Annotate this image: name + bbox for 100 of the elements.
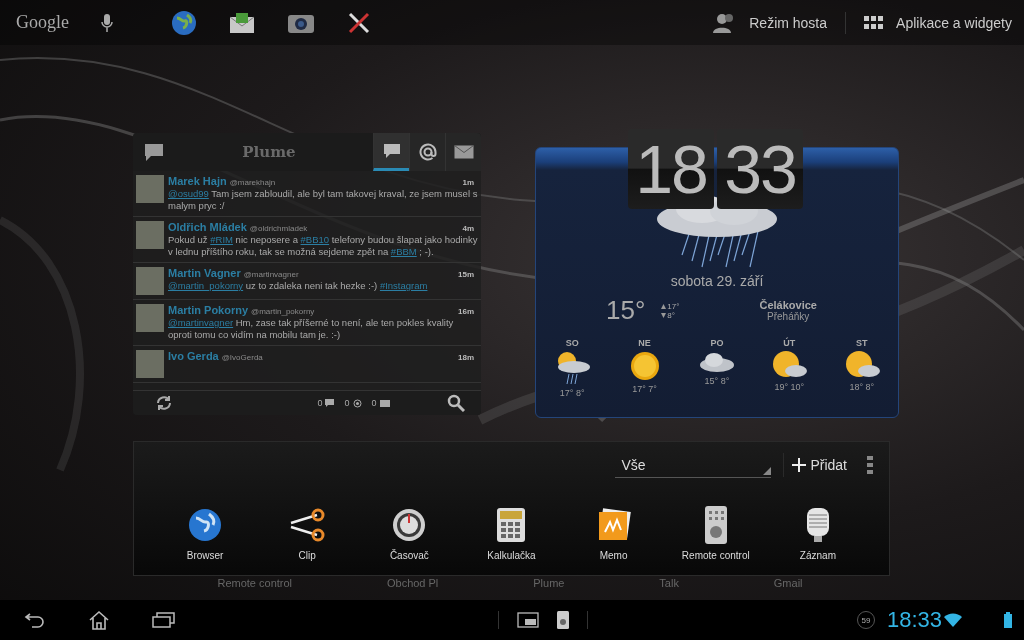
author-handle: @martinvagner <box>243 270 300 279</box>
forecast-day: ÚT <box>783 338 796 348</box>
app-label[interactable]: Kalkulačka <box>487 550 536 561</box>
battery-icon <box>1004 612 1012 628</box>
envelope-icon <box>379 399 390 407</box>
low-temperature: 8° <box>667 310 675 320</box>
search-icon[interactable] <box>447 394 465 412</box>
widget-title: Plume <box>241 143 297 161</box>
tweet-time: 4m <box>462 224 475 233</box>
author-name[interactable]: Marek Hajn <box>168 175 227 187</box>
small-window-icon[interactable] <box>517 612 539 628</box>
at-sign-icon <box>352 398 362 408</box>
refresh-icon[interactable] <box>155 394 173 412</box>
current-temperature: 15° <box>606 295 646 326</box>
forecast-temperatures: 17° 7° <box>632 384 657 394</box>
dropdown-corner-icon <box>763 466 772 475</box>
author-name[interactable]: Oldřich Mládek <box>168 221 247 233</box>
tweet-link[interactable]: @osud99 <box>168 188 209 199</box>
back-icon[interactable] <box>24 612 46 628</box>
globe-icon[interactable] <box>171 9 197 36</box>
forecast-temperatures: 15° 8° <box>704 376 730 386</box>
dock-app-label[interactable]: Remote control <box>217 577 293 589</box>
speech-bubble-icon <box>325 399 335 407</box>
guest-mode-label[interactable]: Režim hosta <box>749 14 828 31</box>
author-handle: @IvoGerda <box>221 353 264 362</box>
google-search-label[interactable]: Google <box>16 12 69 33</box>
add-button[interactable]: Přidat <box>783 453 855 477</box>
dock-app-label[interactable]: Gmail <box>773 577 803 589</box>
envelope-icon[interactable] <box>229 10 255 35</box>
remote-control-icon[interactable] <box>704 506 727 544</box>
device-icon[interactable] <box>557 611 569 629</box>
weather-condition: Přeháňky <box>767 311 810 322</box>
tweet-time: 1m <box>462 178 475 187</box>
tweet-text: Pokud už #RIM nic neposere a #BB10 telefony budou šlapat jako hodinky v lednu příštího roku, tak se možná sejdeme zpět na #BBM ; -). <box>168 234 478 258</box>
speech-bubble-icon[interactable] <box>143 142 165 162</box>
tweet-link[interactable]: @martinvagner <box>168 317 234 328</box>
tweet-link[interactable]: #BB10 <box>300 234 330 245</box>
tweet-link[interactable]: #BBM <box>390 246 417 257</box>
up-triangle-icon <box>661 303 667 309</box>
dock-app-label[interactable]: Obchod Pl <box>386 577 439 589</box>
app-label[interactable]: Časovač <box>389 550 429 561</box>
app-label[interactable]: Clip <box>298 550 316 561</box>
at-sign-icon <box>418 143 437 161</box>
unread-count: 0 <box>371 398 377 408</box>
microphone-icon[interactable] <box>101 12 113 33</box>
tweet-time: 15m <box>458 270 475 279</box>
timer-icon[interactable] <box>392 506 427 544</box>
tweet-link[interactable]: #RIM <box>210 234 233 245</box>
sun-icon <box>628 350 661 382</box>
unread-count: 0 <box>317 398 323 408</box>
app-label[interactable]: Memo <box>599 550 628 561</box>
app-label[interactable]: Remote control <box>681 550 750 561</box>
forecast-day: PO <box>710 338 724 348</box>
dock-app-label[interactable]: Talk <box>659 577 679 589</box>
tweet-time: 18m <box>458 353 475 362</box>
forecast-day: NE <box>638 338 651 348</box>
city-name: Čelákovice <box>759 299 817 311</box>
cloud-icon <box>698 350 735 374</box>
home-icon[interactable] <box>88 610 110 630</box>
sun-cloud-icon <box>770 350 809 380</box>
wifi-icon <box>944 613 962 627</box>
author-handle: @marekhajn <box>229 178 277 187</box>
calculator-icon[interactable] <box>497 506 526 544</box>
tweet-link[interactable]: #Instagram <box>379 280 428 291</box>
tweet-text: @osud99 Tam jsem zabloudil, ale byl tam takovej kraval, ze jsem musel s malym pryc :/ <box>168 188 478 212</box>
globe-icon[interactable] <box>188 506 223 544</box>
app-label[interactable]: Browser <box>186 550 224 561</box>
filter-dropdown[interactable]: Vše <box>615 452 772 478</box>
forecast-temperatures: 17° 8° <box>559 388 585 398</box>
forecast-day: ST <box>856 338 868 348</box>
status-time: 18:33 <box>886 607 942 633</box>
plus-icon <box>792 458 807 472</box>
forecast-day: SO <box>565 338 579 348</box>
overflow-menu-icon[interactable] <box>867 456 873 474</box>
author-name[interactable]: Martin Pokorny <box>168 304 249 316</box>
high-temperature: 17° <box>667 301 680 311</box>
date-label: sobota 29. září <box>670 273 764 289</box>
author-handle: @oldrichmladek <box>249 224 309 233</box>
tweet-link[interactable]: @martin_pokorny <box>168 280 244 291</box>
author-name[interactable]: Martin Vagner <box>168 267 241 279</box>
dock-app-label[interactable]: Plume <box>533 577 565 589</box>
app-label[interactable]: Záznam <box>799 550 836 561</box>
tab[interactable] <box>445 133 481 171</box>
apps-widgets-label[interactable]: Aplikace a widgety <box>896 14 1012 31</box>
app-grid-icon[interactable] <box>864 15 885 30</box>
forecast-temperatures: 19° 10° <box>774 382 805 392</box>
tweet-text: @martinvagner Hm, zase tak příšerné to není, ale ten pokles kvality oproti tomu co vidím na mobilu tam je. :-) <box>168 317 455 341</box>
tweet-time: 16m <box>458 307 475 316</box>
tweet-text: @martin_pokorny uz to zdaleka neni tak hezke :-) #Instagram <box>168 280 429 292</box>
down-triangle-icon <box>661 312 667 318</box>
forecast-temperatures: 18° 8° <box>849 382 875 392</box>
tab[interactable] <box>373 133 409 171</box>
speech-bubble-icon <box>382 142 401 159</box>
author-handle: @martin_pokorny <box>251 307 316 316</box>
unread-count: 0 <box>344 398 350 408</box>
author-name[interactable]: Ivo Gerda <box>168 350 219 362</box>
recent-apps-icon[interactable] <box>152 612 176 628</box>
tab[interactable] <box>409 133 445 171</box>
envelope-icon <box>453 145 474 159</box>
scissors-icon[interactable] <box>289 506 326 544</box>
